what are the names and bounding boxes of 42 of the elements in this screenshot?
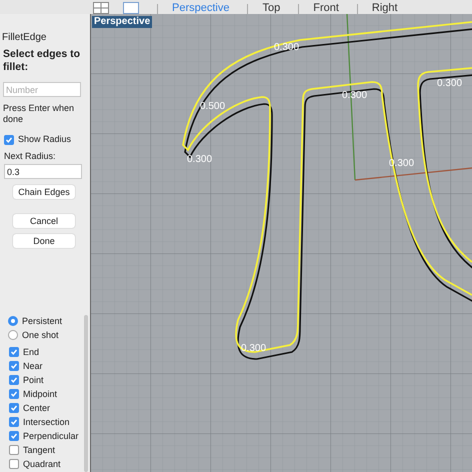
number-input[interactable]: Number	[3, 82, 81, 97]
single-viewport-icon[interactable]	[123, 2, 139, 14]
checkbox-label: Tangent	[23, 444, 56, 456]
command-title: FilletEdge	[2, 32, 48, 44]
checkbox[interactable]	[9, 389, 19, 399]
checkbox-label: Center	[23, 402, 50, 414]
viewport-tab[interactable]: Front	[313, 2, 339, 14]
radio-button[interactable]	[8, 316, 18, 326]
radio-label: Persistent	[22, 316, 62, 326]
checkbox-label: Near	[23, 360, 43, 372]
radio-label: One shot	[22, 330, 59, 340]
checkbox[interactable]	[9, 431, 19, 441]
checkbox-label: Show Radius	[18, 134, 72, 145]
checkbox-label: Quadrant	[23, 458, 61, 470]
checkbox[interactable]	[9, 375, 19, 385]
dialog-button[interactable]: Done	[13, 234, 75, 248]
checkbox[interactable]	[9, 417, 19, 427]
four-viewports-icon[interactable]	[93, 2, 109, 14]
checkbox-label: Point	[23, 374, 44, 386]
checkbox-label: Midpoint	[23, 388, 58, 400]
radio-button[interactable]	[8, 330, 18, 340]
hint-text: Press Enter when done	[2, 103, 76, 125]
dimension-label: 0.300	[437, 78, 462, 89]
checkbox-label: Perpendicular	[23, 430, 79, 442]
checkbox[interactable]	[9, 347, 19, 357]
checkbox[interactable]	[9, 459, 19, 469]
chain-edges-button[interactable]: Chain Edges	[13, 185, 75, 199]
checkbox-label: Intersection	[23, 416, 70, 428]
field-label: Next Radius:	[3, 151, 57, 162]
checkbox-label: End	[23, 346, 40, 358]
viewport-title: Perspective	[92, 16, 152, 28]
checkbox[interactable]	[4, 134, 14, 144]
checkbox[interactable]	[9, 361, 19, 371]
dimension-label: 0.300	[187, 154, 212, 165]
radius-input[interactable]: 0.3	[4, 164, 82, 179]
dialog-button[interactable]: Cancel	[13, 214, 75, 228]
checkbox[interactable]	[9, 403, 19, 413]
viewport-tab[interactable]: Right	[372, 2, 398, 14]
viewport-tab[interactable]: Top	[262, 2, 280, 14]
scrollbar[interactable]	[84, 315, 88, 472]
checkbox[interactable]	[9, 445, 19, 455]
command-prompt: Select edges to fillet:	[2, 48, 82, 74]
